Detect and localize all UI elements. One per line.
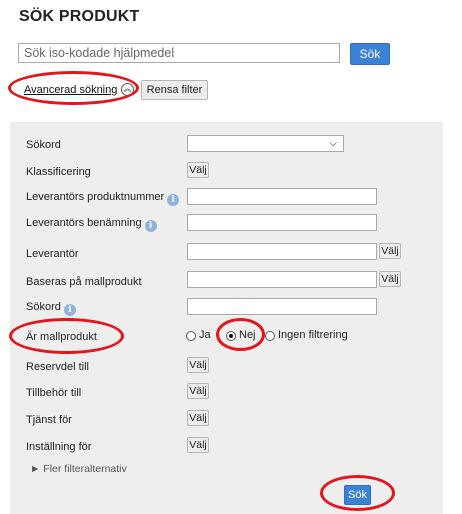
ar-mallprodukt-label: Är mallprodukt — [26, 331, 97, 343]
more-filters-toggle[interactable]: ► Fler filteralternativ — [30, 463, 127, 475]
lev-benamning-text: Leverantörs benämning — [26, 217, 142, 229]
radio-nej-label: Nej — [239, 329, 256, 341]
filter-search-button[interactable]: Sök — [344, 485, 371, 505]
radio-ja-label: Ja — [199, 329, 211, 341]
advanced-filter-panel — [10, 122, 443, 514]
leverantor-label: Leverantör — [26, 248, 79, 260]
tjanst-valj-button[interactable]: Välj — [187, 410, 209, 426]
page-title: SÖK PRODUKT — [19, 8, 140, 25]
sokord-input[interactable] — [187, 298, 377, 315]
lev-produktnummer-text: Leverantörs produktnummer — [26, 191, 165, 203]
chevron-down-icon: ⌵ — [329, 138, 337, 149]
radio-ingen-filtrering-label: Ingen filtrering — [278, 329, 348, 341]
radio-ja[interactable] — [186, 331, 196, 341]
lev-produktnummer-input[interactable] — [187, 188, 377, 205]
search-input[interactable]: Sök iso-kodade hjälpmedel — [18, 43, 340, 63]
tjanst-label: Tjänst för — [26, 414, 72, 426]
lev-benamning-input[interactable] — [187, 214, 377, 231]
tillbehor-valj-button[interactable]: Välj — [187, 383, 209, 399]
klassificering-label: Klassificering — [26, 166, 91, 178]
leverantor-valj-button[interactable]: Välj — [379, 243, 401, 259]
sokord-text-label: Sökord i — [26, 301, 76, 316]
tillbehor-label: Tillbehör till — [26, 387, 82, 399]
leverantor-input[interactable] — [187, 243, 377, 260]
sokord-select-label: Sökord — [26, 139, 61, 151]
info-icon[interactable]: i — [63, 304, 76, 316]
reservdel-label: Reservdel till — [26, 361, 89, 373]
info-icon[interactable]: i — [167, 194, 180, 206]
klassificering-valj-button[interactable]: Välj — [187, 162, 209, 178]
clear-filter-button[interactable]: Rensa filter — [141, 80, 208, 100]
chevrons-up-circle-icon[interactable]: ︽ — [121, 83, 134, 96]
installning-label: Inställning för — [26, 441, 92, 453]
lev-benamning-label: Leverantörs benämning i — [26, 217, 157, 232]
baseras-label: Baseras på mallprodukt — [26, 276, 142, 288]
installning-valj-button[interactable]: Välj — [187, 437, 209, 453]
radio-ingen-filtrering[interactable] — [265, 331, 275, 341]
sokord-text-text: Sökord — [26, 301, 61, 313]
lev-produktnummer-label: Leverantörs produktnummer i — [26, 191, 180, 206]
sokord-select[interactable]: ⌵ — [187, 135, 344, 152]
search-button[interactable]: Sök — [350, 43, 390, 65]
baseras-valj-button[interactable]: Välj — [379, 271, 401, 287]
advanced-search-toggle[interactable]: Avancerad sökning — [24, 84, 117, 96]
baseras-input[interactable] — [187, 271, 377, 288]
reservdel-valj-button[interactable]: Välj — [187, 357, 209, 373]
radio-nej[interactable] — [226, 331, 236, 341]
info-icon[interactable]: i — [144, 220, 157, 232]
